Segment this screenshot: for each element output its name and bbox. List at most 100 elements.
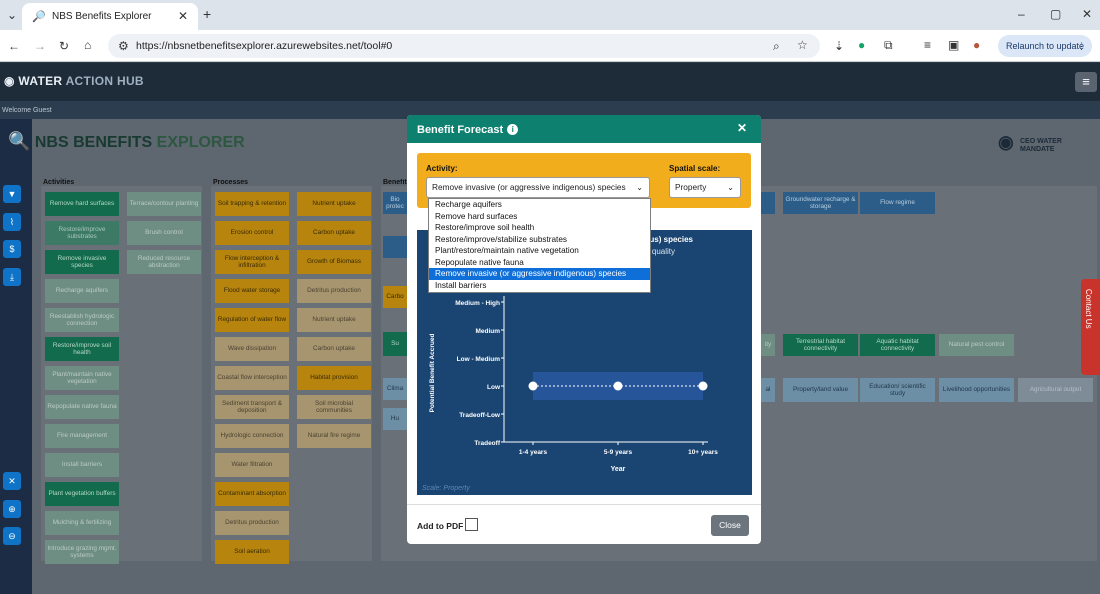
back-icon[interactable]: ←	[8, 39, 20, 53]
activities-chip[interactable]: Remove invasive species	[45, 250, 119, 274]
modal-close-icon[interactable]: ✕	[737, 121, 747, 135]
activities-chip[interactable]: Introduce grazing mgmt. systems	[45, 540, 119, 564]
activities-chip[interactable]: Install barriers	[45, 453, 119, 477]
activity-option[interactable]: Remove hard surfaces	[429, 211, 650, 223]
processes-chip[interactable]: Nutrient uptake	[297, 192, 371, 216]
benefit-chip[interactable]: Flow regime	[860, 192, 935, 214]
processes-chip[interactable]: Flood water storage	[215, 279, 289, 303]
spatial-scale-select[interactable]: Property ⌄	[669, 177, 741, 198]
processes-chip[interactable]: Nutrient uptake	[297, 308, 371, 332]
processes-chip[interactable]: Water filtration	[215, 453, 289, 477]
grammarly-icon[interactable]: ●	[858, 38, 865, 52]
url-field[interactable]: ⚙ https://nbsnetbenefitsexplorer.azurewe…	[108, 34, 820, 58]
processes-chip[interactable]: Regulation of water flow	[215, 308, 289, 332]
zoom-icon[interactable]: ⌕	[773, 39, 780, 54]
contact-us-tab[interactable]: Contact Us	[1081, 279, 1100, 375]
processes-chip[interactable]: Habitat provision	[297, 366, 371, 390]
processes-chip[interactable]: Detritus production	[297, 279, 371, 303]
processes-chip[interactable]: Soil microbial communities	[297, 395, 371, 419]
activity-option[interactable]: Restore/improve soil health	[429, 222, 650, 234]
activities-chip[interactable]: Reduced resource abstraction	[127, 250, 201, 274]
processes-chip[interactable]: Coastal flow interception	[215, 366, 289, 390]
browser-tab[interactable]: 🔎 NBS Benefits Explorer ✕	[22, 3, 198, 30]
home-icon[interactable]: ⌂	[84, 38, 91, 52]
benefit-chip[interactable]: Terrestrial habitat connectivity	[783, 334, 858, 356]
info-icon[interactable]: i	[507, 124, 519, 135]
minimize-icon[interactable]: –	[1018, 7, 1025, 21]
expand-icon[interactable]: ✕	[3, 472, 21, 490]
dollar-icon[interactable]: $	[3, 240, 21, 258]
hamburger-menu-icon[interactable]: ≡	[1075, 72, 1097, 92]
tab-search-icon[interactable]: ⌄	[7, 8, 17, 22]
benefit-chip[interactable]: Education/ scientific study	[860, 378, 935, 402]
window-close-icon[interactable]: ✕	[1082, 7, 1092, 21]
processes-chip[interactable]: Contaminant absorption	[215, 482, 289, 506]
activity-select[interactable]: Remove invasive (or aggressive indigenou…	[426, 177, 650, 198]
zoom-in-icon[interactable]: ⊕	[3, 500, 21, 518]
benefit-chip[interactable]: al	[761, 378, 775, 402]
activity-option[interactable]: Restore/improve/stabilize substrates	[429, 234, 650, 246]
filter-icon[interactable]: ▼	[3, 185, 21, 203]
processes-chip[interactable]: Soil trapping & retention	[215, 192, 289, 216]
activities-chip[interactable]: Remove hard surfaces	[45, 192, 119, 216]
processes-chip[interactable]: Soil aeration	[215, 540, 289, 564]
benefit-chip[interactable]: Clima	[383, 378, 407, 400]
activity-option[interactable]: Remove invasive (or aggressive indigenou…	[429, 268, 650, 280]
activities-chip[interactable]: Reestablish hydrologic connection	[45, 308, 119, 332]
activity-option[interactable]: Repopulate native fauna	[429, 257, 650, 269]
activity-option[interactable]: Plant/restore/maintain native vegetation	[429, 245, 650, 257]
benefit-chip[interactable]: Hu	[383, 408, 407, 430]
activities-chip[interactable]: Brush control	[127, 221, 201, 245]
activities-chip[interactable]: Restore/improve substrates	[45, 221, 119, 245]
forward-icon[interactable]: →	[34, 39, 46, 53]
benefit-chip[interactable]: Groundwater recharge & storage	[783, 192, 858, 214]
sidepanel-icon[interactable]: ▣	[948, 38, 959, 52]
media-icon[interactable]: ≡	[924, 38, 931, 52]
processes-chip[interactable]: Sediment transport & deposition	[215, 395, 289, 419]
tab-close-icon[interactable]: ✕	[178, 9, 188, 23]
benefit-chip[interactable]: Agricultural output	[1018, 378, 1093, 402]
benefit-chip[interactable]: ity	[761, 334, 775, 356]
activities-chip[interactable]: Repopulate native fauna	[45, 395, 119, 419]
benefit-chip[interactable]: Livelihood opportunities	[939, 378, 1014, 402]
processes-chip[interactable]: Carbon uptake	[297, 337, 371, 361]
benefit-chip[interactable]: Bio protec	[383, 192, 407, 214]
activities-chip[interactable]: Restore/improve soil health	[45, 337, 119, 361]
activity-option[interactable]: Recharge aquifers	[429, 199, 650, 211]
site-info-icon[interactable]: ⚙	[118, 34, 129, 58]
activity-option[interactable]: Install barriers	[429, 280, 650, 292]
benefit-chip[interactable]: Carbo	[383, 286, 407, 308]
processes-chip[interactable]: Carbon uptake	[297, 221, 371, 245]
processes-chip[interactable]: Flow interception & infiltration	[215, 250, 289, 274]
benefit-chip[interactable]: Property/land value	[783, 378, 858, 402]
menu-dots-icon[interactable]: ⋮	[1077, 35, 1086, 57]
new-tab-icon[interactable]: +	[203, 6, 211, 22]
processes-chip[interactable]: Growth of Biomass	[297, 250, 371, 274]
benefit-chip[interactable]	[383, 236, 407, 258]
water-action-hub-logo[interactable]: ◉ WATER ACTION HUB	[4, 74, 144, 88]
reload-icon[interactable]: ↻	[59, 39, 69, 53]
benefit-chip[interactable]: Natural pest control	[939, 334, 1014, 356]
processes-chip[interactable]: Natural fire regime	[297, 424, 371, 448]
processes-chip[interactable]: Erosion control	[215, 221, 289, 245]
processes-chip[interactable]: Hydrologic connection	[215, 424, 289, 448]
download-icon[interactable]: ⤓	[3, 268, 21, 286]
chart-icon[interactable]: ⌇	[3, 213, 21, 231]
zoom-out-icon[interactable]: ⊖	[3, 527, 21, 545]
add-to-pdf-checkbox[interactable]	[465, 518, 478, 531]
activities-chip[interactable]: Terrace/contour planting	[127, 192, 201, 216]
activities-chip[interactable]: Plant/maintain native vegetation	[45, 366, 119, 390]
relaunch-button[interactable]: Relaunch to update ⋮	[998, 35, 1092, 57]
extension-icon[interactable]: ⇣	[834, 39, 844, 53]
activities-chip[interactable]: Recharge aquifers	[45, 279, 119, 303]
activities-chip[interactable]: Plant vegetation buffers	[45, 482, 119, 506]
puzzle-icon[interactable]: ⧉	[884, 38, 893, 53]
benefit-chip[interactable]	[761, 192, 775, 214]
activities-chip[interactable]: Fire management	[45, 424, 119, 448]
maximize-icon[interactable]: ▢	[1050, 7, 1061, 21]
activities-chip[interactable]: Mulching & fertilizing	[45, 511, 119, 535]
benefit-chip[interactable]: Aquatic habitat connectivity	[860, 334, 935, 356]
bookmark-star-icon[interactable]: ☆	[797, 38, 808, 52]
benefit-chip[interactable]: Su	[383, 332, 407, 356]
processes-chip[interactable]: Detritus production	[215, 511, 289, 535]
